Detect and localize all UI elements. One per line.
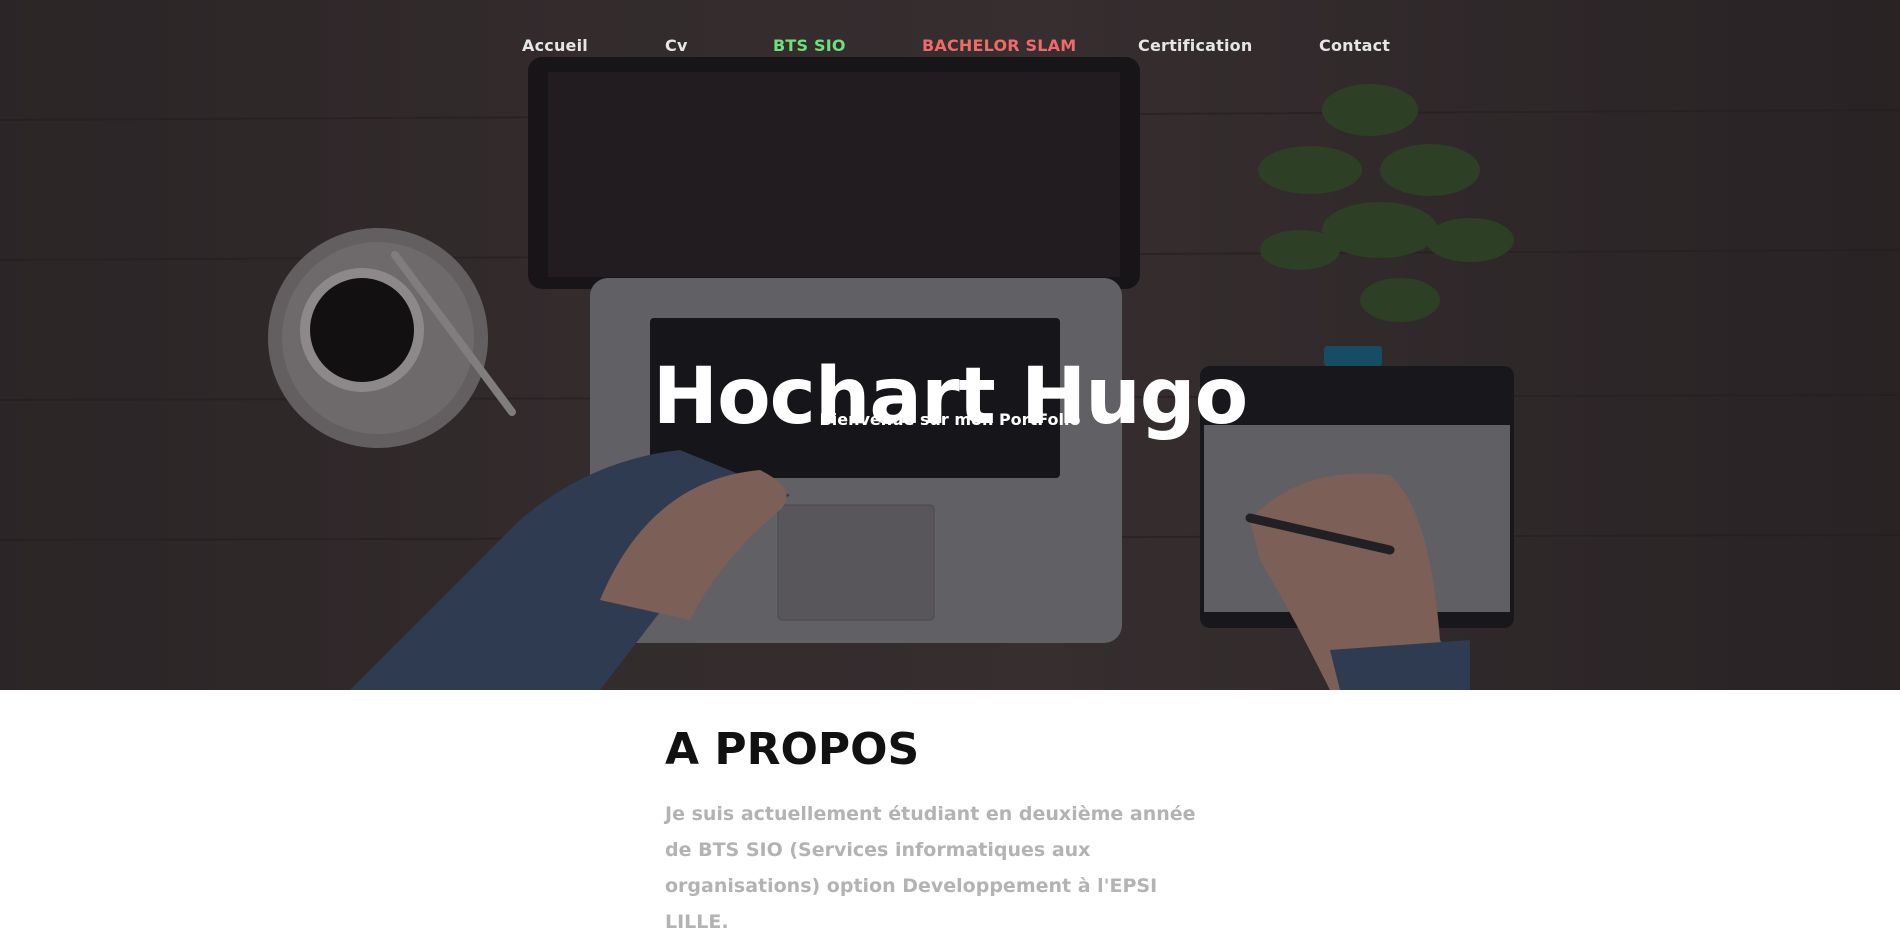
nav-link-bts-sio[interactable]: BTS SIO [773, 36, 846, 55]
hero-subtitle: Bienvenue sur mon PortFolio [819, 410, 1081, 429]
nav-link-contact[interactable]: Contact [1319, 36, 1390, 55]
hero-dark-overlay [0, 0, 1900, 690]
nav-link-bachelor-slam[interactable]: BACHELOR SLAM [922, 36, 1076, 55]
nav-link-cv[interactable]: Cv [665, 36, 688, 55]
about-section: A PROPOS Je suis actuellement étudiant e… [665, 722, 1225, 940]
about-heading: A PROPOS [665, 724, 920, 775]
main-nav: Accueil Cv BTS SIO BACHELOR SLAM Certifi… [0, 36, 1900, 60]
hero-section: Accueil Cv BTS SIO BACHELOR SLAM Certifi… [0, 0, 1900, 690]
nav-link-certification[interactable]: Certification [1138, 36, 1252, 55]
nav-link-accueil[interactable]: Accueil [522, 36, 588, 55]
about-text: Je suis actuellement étudiant en deuxièm… [665, 803, 1196, 933]
